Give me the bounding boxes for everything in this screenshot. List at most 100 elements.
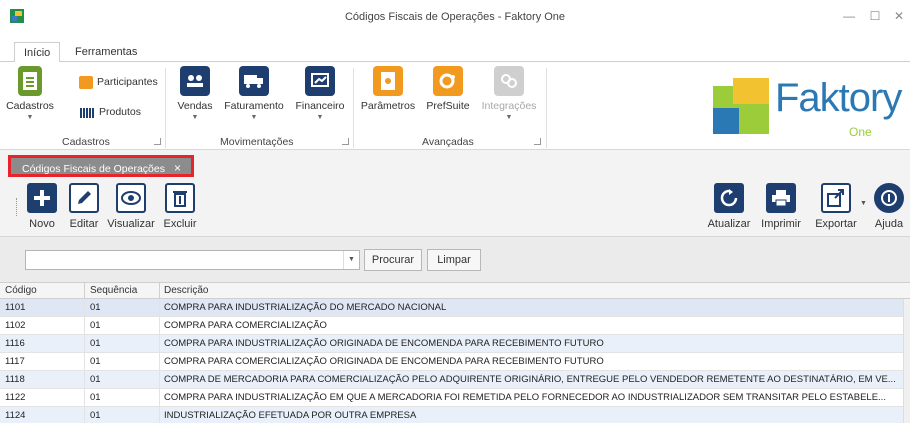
chevron-down-icon: ▼ bbox=[250, 114, 258, 121]
avancadas-launcher-icon[interactable] bbox=[534, 138, 541, 145]
atualizar-label: Atualizar bbox=[707, 218, 751, 230]
imprimir-label: Imprimir bbox=[761, 218, 801, 230]
group-label-cadastros: Cadastros bbox=[62, 136, 110, 148]
maximize-button[interactable]: ☐ bbox=[866, 9, 884, 23]
participantes-button[interactable]: Participantes bbox=[97, 76, 158, 88]
column-header-codigo[interactable]: Código bbox=[5, 285, 37, 296]
cell-divider bbox=[84, 407, 85, 423]
cell-sequencia: 01 bbox=[90, 320, 101, 331]
movimentacoes-launcher-icon[interactable] bbox=[342, 138, 349, 145]
export-icon bbox=[821, 183, 851, 213]
grid-header: Código Sequência Descrição bbox=[0, 282, 910, 299]
chevron-down-icon: ▼ bbox=[316, 114, 324, 121]
group-label-avancadas: Avançadas bbox=[422, 136, 474, 148]
financeiro-button[interactable]: Financeiro ▼ bbox=[293, 66, 347, 121]
cell-codigo: 1117 bbox=[5, 356, 25, 367]
novo-button[interactable]: Novo bbox=[26, 183, 58, 230]
editar-button[interactable]: Editar bbox=[66, 183, 102, 230]
cell-descricao: COMPRA DE MERCADORIA PARA COMERCIALIZAÇÃ… bbox=[164, 374, 896, 385]
toolbar-drag-handle[interactable] bbox=[16, 198, 19, 216]
cell-divider bbox=[84, 353, 85, 371]
cell-sequencia: 01 bbox=[90, 356, 101, 367]
cell-divider bbox=[84, 335, 85, 353]
barcode-icon bbox=[80, 108, 94, 118]
parametros-button[interactable]: Parâmetros bbox=[360, 66, 416, 112]
table-row[interactable]: 1101 01 COMPRA PARA INDUSTRIALIZAÇÃO DO … bbox=[0, 299, 903, 317]
exportar-dropdown-icon[interactable]: ▼ bbox=[860, 200, 867, 207]
procurar-button[interactable]: Procurar bbox=[364, 249, 422, 271]
group-label-movimentacoes: Movimentações bbox=[220, 136, 294, 148]
chevron-down-icon: ▼ bbox=[191, 114, 199, 121]
visualizar-button[interactable]: Visualizar bbox=[106, 183, 156, 230]
eye-icon bbox=[116, 183, 146, 213]
editar-label: Editar bbox=[69, 218, 99, 230]
column-divider[interactable] bbox=[159, 283, 160, 299]
chevron-down-icon[interactable]: ▼ bbox=[343, 251, 359, 269]
table-row[interactable]: 1102 01 COMPRA PARA COMERCIALIZAÇÃO bbox=[0, 317, 903, 335]
pencil-icon bbox=[69, 183, 99, 213]
search-area: ▼ Procurar Limpar bbox=[0, 236, 910, 282]
cell-descricao: COMPRA PARA COMERCIALIZAÇÃO bbox=[164, 320, 327, 331]
table-row[interactable]: 1122 01 COMPRA PARA INDUSTRIALIZAÇÃO EM … bbox=[0, 389, 903, 407]
cell-divider bbox=[84, 389, 85, 407]
prefsuite-button[interactable]: PrefSuite bbox=[424, 66, 472, 112]
cell-codigo: 1101 bbox=[5, 302, 26, 313]
document-tab[interactable]: Códigos Fiscais de Operações × bbox=[8, 155, 194, 177]
group-divider bbox=[546, 68, 547, 148]
exportar-button[interactable]: Exportar bbox=[812, 183, 860, 230]
close-tab-icon[interactable]: × bbox=[174, 161, 181, 175]
cadastros-icon bbox=[18, 66, 42, 96]
cell-divider bbox=[159, 353, 160, 371]
imprimir-button[interactable]: Imprimir bbox=[758, 183, 804, 230]
faturamento-label: Faturamento bbox=[224, 100, 284, 112]
cell-sequencia: 01 bbox=[90, 338, 101, 349]
table-row[interactable]: 1116 01 COMPRA PARA INDUSTRIALIZAÇÃO ORI… bbox=[0, 335, 903, 353]
parametros-icon bbox=[373, 66, 403, 96]
chevron-down-icon: ▼ bbox=[505, 114, 513, 121]
excluir-label: Excluir bbox=[163, 218, 197, 230]
column-divider[interactable] bbox=[84, 283, 85, 299]
table-row[interactable]: 1117 01 COMPRA PARA COMERCIALIZAÇÃO ORIG… bbox=[0, 353, 903, 371]
produtos-button[interactable]: Produtos bbox=[99, 106, 141, 118]
cadastros-launcher-icon[interactable] bbox=[154, 138, 161, 145]
exportar-label: Exportar bbox=[815, 218, 857, 230]
cadastros-button[interactable]: Cadastros ▼ bbox=[6, 66, 54, 121]
vendas-button[interactable]: Vendas ▼ bbox=[176, 66, 214, 121]
faktory-logo-icon bbox=[713, 78, 769, 134]
integracoes-button[interactable]: Integrações ▼ bbox=[480, 66, 538, 121]
window-title: Códigos Fiscais de Operações - Faktory O… bbox=[344, 11, 566, 23]
cell-codigo: 1116 bbox=[5, 338, 25, 349]
truck-icon bbox=[239, 66, 269, 96]
financeiro-label: Financeiro bbox=[295, 100, 345, 112]
table-row[interactable]: 1118 01 COMPRA DE MERCADORIA PARA COMERC… bbox=[0, 371, 903, 389]
ajuda-button[interactable]: Ajuda bbox=[872, 183, 906, 230]
table-row[interactable]: 1124 01 INDUSTRIALIZAÇÃO EFETUADA POR OU… bbox=[0, 407, 903, 423]
tab-inicio[interactable]: Início bbox=[14, 42, 61, 63]
cell-divider bbox=[84, 371, 85, 389]
close-button[interactable]: ✕ bbox=[890, 9, 908, 23]
search-combo[interactable]: ▼ bbox=[25, 250, 360, 270]
column-header-descricao[interactable]: Descrição bbox=[164, 285, 208, 296]
limpar-button[interactable]: Limpar bbox=[427, 249, 481, 271]
cell-divider bbox=[84, 317, 85, 335]
group-divider bbox=[165, 68, 166, 148]
brand-sub: One bbox=[849, 125, 872, 139]
refresh-icon bbox=[714, 183, 744, 213]
tab-ferramentas[interactable]: Ferramentas bbox=[66, 42, 146, 63]
vendas-label: Vendas bbox=[177, 100, 213, 112]
cell-codigo: 1124 bbox=[5, 410, 26, 421]
printer-icon bbox=[766, 183, 796, 213]
ribbon-tabs: Início Ferramentas bbox=[0, 42, 910, 63]
excluir-button[interactable]: Excluir bbox=[162, 183, 198, 230]
atualizar-button[interactable]: Atualizar bbox=[706, 183, 752, 230]
cell-divider bbox=[159, 407, 160, 423]
parametros-label: Parâmetros bbox=[360, 100, 416, 112]
prefsuite-icon bbox=[433, 66, 463, 96]
prefsuite-label: PrefSuite bbox=[426, 100, 470, 112]
financeiro-icon bbox=[305, 66, 335, 96]
minimize-button[interactable]: — bbox=[840, 9, 858, 23]
trash-icon bbox=[165, 183, 195, 213]
column-header-sequencia[interactable]: Sequência bbox=[90, 285, 137, 296]
vertical-scrollbar[interactable] bbox=[903, 299, 910, 423]
faturamento-button[interactable]: Faturamento ▼ bbox=[222, 66, 286, 121]
